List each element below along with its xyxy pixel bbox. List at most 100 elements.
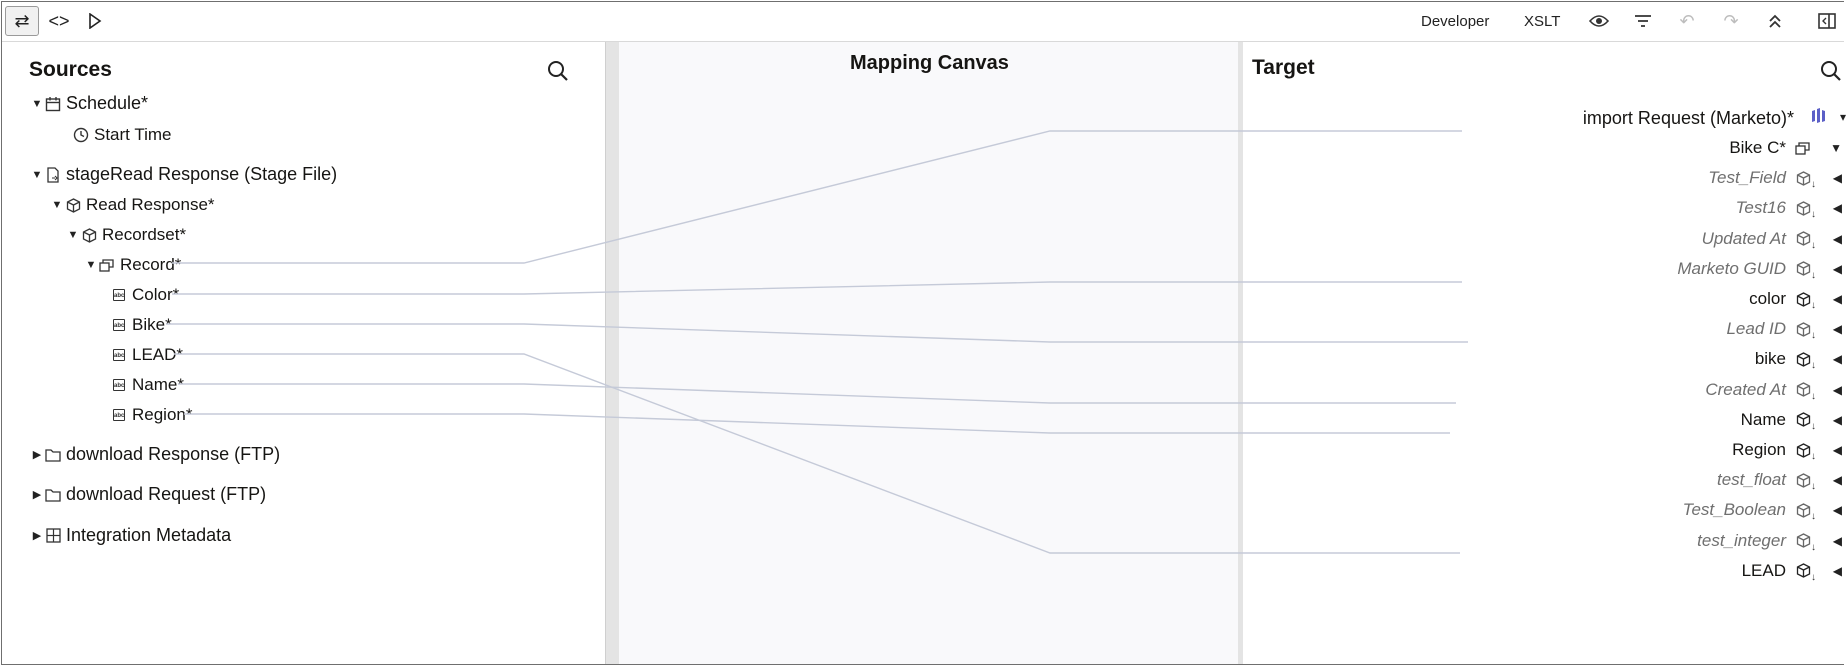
- target-node[interactable]: Name ↓: [1740, 409, 1816, 432]
- xslt-button[interactable]: XSLT: [1524, 13, 1560, 30]
- caret-left-icon[interactable]: ◀: [1833, 383, 1842, 397]
- caret-left-icon[interactable]: ◀: [1833, 352, 1842, 366]
- node-label: Recordset*: [102, 225, 187, 244]
- target-node[interactable]: bike ↓: [1755, 349, 1816, 371]
- caret-left-icon[interactable]: ◀: [1833, 503, 1842, 517]
- target-node[interactable]: Test_Boolean ↓: [1682, 500, 1816, 522]
- caret-left-icon[interactable]: ◀: [1833, 171, 1842, 185]
- caret-down-icon[interactable]: ▾: [1840, 110, 1846, 124]
- sources-splitter[interactable]: [605, 42, 620, 664]
- caret-left-icon[interactable]: ◀: [1833, 413, 1842, 427]
- source-node-record[interactable]: ▼ Record*: [84, 255, 182, 275]
- target-node[interactable]: Lead ID ↓: [1726, 319, 1816, 341]
- string-field-icon: abc: [110, 346, 128, 364]
- redo-icon[interactable]: ↷: [1718, 9, 1744, 33]
- collapse-all-icon[interactable]: [1762, 9, 1788, 33]
- source-node-schedule[interactable]: ▼ Schedule*: [30, 93, 149, 114]
- caret-left-icon[interactable]: ◀: [1833, 262, 1842, 276]
- target-node[interactable]: Region ↓: [1732, 440, 1816, 462]
- node-label: Name*: [132, 375, 184, 394]
- source-node-name[interactable]: abc Name*: [110, 375, 184, 395]
- source-node-bike[interactable]: abc Bike*: [110, 315, 172, 335]
- caret-left-icon[interactable]: ◀: [1833, 322, 1842, 336]
- target-node[interactable]: test_integer ↓: [1697, 530, 1816, 553]
- caret-right-icon[interactable]: ▶: [30, 488, 44, 501]
- node-label: Region*: [132, 405, 193, 424]
- cube-icon: ↓: [1792, 440, 1816, 462]
- node-label: Updated At: [1701, 228, 1786, 248]
- target-node[interactable]: Bike C*: [1729, 138, 1814, 158]
- cube-icon: ↓: [1792, 561, 1816, 583]
- source-node-download-response[interactable]: ▶ download Response (FTP): [30, 444, 280, 465]
- node-label: Test_Field: [1708, 168, 1786, 188]
- cube-icon: ↓: [1792, 319, 1816, 341]
- filter-icon[interactable]: [1630, 9, 1656, 33]
- cube-icon: ↓: [1792, 289, 1816, 311]
- cube-icon: ↓: [1792, 380, 1816, 402]
- caret-right-icon[interactable]: ▶: [30, 529, 44, 542]
- target-node[interactable]: Marketo GUID ↓: [1677, 259, 1816, 281]
- swap-view-icon[interactable]: ⇄: [5, 6, 39, 36]
- caret-left-icon[interactable]: ◀: [1833, 564, 1842, 578]
- caret-down-icon[interactable]: ▼: [50, 199, 64, 211]
- node-label: LEAD: [1741, 560, 1786, 580]
- caret-right-icon[interactable]: ▶: [30, 448, 44, 461]
- developer-button[interactable]: Developer: [1421, 13, 1489, 30]
- folder-icon: [44, 446, 62, 464]
- caret-left-icon[interactable]: ◀: [1833, 534, 1842, 548]
- target-node[interactable]: color ↓: [1749, 289, 1816, 311]
- source-node-color[interactable]: abc Color*: [110, 285, 179, 305]
- caret-down-icon[interactable]: ▼: [84, 259, 98, 271]
- play-icon[interactable]: [78, 6, 112, 36]
- source-node-stage-read-response[interactable]: ▼ stageRead Response (Stage File): [30, 164, 338, 185]
- cube-icon: ↓: [1792, 349, 1816, 371]
- cube-icon: ↓: [1792, 168, 1816, 190]
- node-label: Record*: [120, 255, 182, 274]
- source-node-integration-metadata[interactable]: ▶ Integration Metadata: [30, 525, 231, 546]
- source-node-download-request[interactable]: ▶ download Request (FTP): [30, 484, 266, 505]
- caret-left-icon[interactable]: ◀: [1833, 473, 1842, 487]
- source-node-start-time[interactable]: Start Time: [72, 125, 171, 145]
- caret-down-icon[interactable]: ▼: [30, 169, 44, 181]
- source-node-region[interactable]: abc Region*: [110, 405, 193, 425]
- caret-left-icon[interactable]: ◀: [1833, 232, 1842, 246]
- caret-left-icon[interactable]: ◀: [1833, 443, 1842, 457]
- node-label: Name: [1740, 409, 1786, 429]
- source-node-recordset[interactable]: ▼ Recordset*: [66, 225, 187, 245]
- source-node-lead[interactable]: abc LEAD*: [110, 345, 183, 365]
- node-label: Bike C*: [1729, 138, 1786, 157]
- caret-down-icon[interactable]: ▼: [1830, 141, 1842, 155]
- source-node-read-response[interactable]: ▼ Read Response*: [50, 195, 215, 215]
- target-node[interactable]: LEAD ↓: [1741, 560, 1816, 583]
- caret-left-icon[interactable]: ◀: [1833, 201, 1842, 215]
- target-node[interactable]: Test16 ↓: [1736, 198, 1816, 220]
- string-field-icon: abc: [110, 376, 128, 394]
- cube-icon: [80, 226, 98, 244]
- eye-icon[interactable]: [1586, 9, 1612, 33]
- target-node[interactable]: Test_Field ↓: [1708, 168, 1816, 190]
- caret-down-icon[interactable]: ▼: [30, 98, 44, 110]
- target-node[interactable]: Created At ↓: [1705, 380, 1816, 402]
- node-label: download Request (FTP): [66, 484, 267, 504]
- string-field-icon: abc: [110, 406, 128, 424]
- node-label: stageRead Response (Stage File): [66, 164, 338, 184]
- collection-icon: [1792, 138, 1814, 158]
- node-label: Bike*: [132, 315, 172, 334]
- node-label: test_float: [1717, 470, 1786, 490]
- target-root-node[interactable]: import Request (Marketo)*: [1583, 108, 1794, 129]
- node-label: Read Response*: [86, 195, 215, 214]
- target-node[interactable]: Updated At ↓: [1701, 228, 1816, 251]
- search-icon[interactable]: [1820, 60, 1842, 82]
- undo-icon[interactable]: ↶: [1674, 9, 1700, 33]
- node-label: test_integer: [1697, 530, 1786, 550]
- node-label: LEAD*: [132, 345, 184, 364]
- target-node[interactable]: test_float ↓: [1717, 470, 1816, 492]
- target-title: Target: [1252, 56, 1315, 79]
- caret-left-icon[interactable]: ◀: [1833, 292, 1842, 306]
- node-label: Test_Boolean: [1682, 500, 1786, 520]
- search-icon[interactable]: [547, 60, 569, 82]
- caret-down-icon[interactable]: ▼: [66, 229, 80, 241]
- node-label: Schedule*: [66, 93, 149, 113]
- panel-toggle-icon[interactable]: [1814, 9, 1840, 33]
- code-icon[interactable]: <>: [42, 6, 76, 36]
